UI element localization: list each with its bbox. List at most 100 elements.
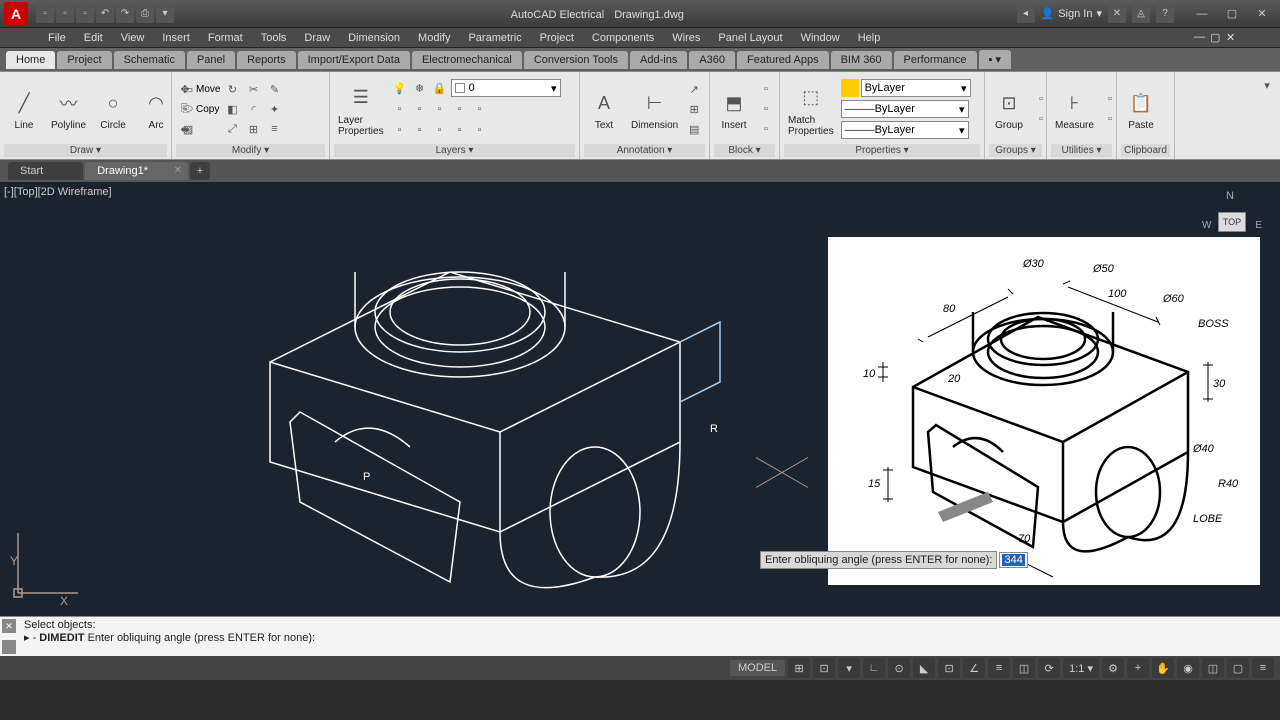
menu-components[interactable]: Components — [584, 30, 662, 46]
arc-tool[interactable]: ◠Arc — [136, 85, 176, 133]
tab-start[interactable]: Start — [8, 162, 83, 180]
cycling-toggle[interactable]: ⟳ — [1038, 658, 1060, 678]
array-tool[interactable]: ⊞ — [244, 120, 262, 138]
workspace-toggle[interactable]: + — [1127, 658, 1149, 678]
menu-project[interactable]: Project — [532, 30, 582, 46]
paste-tool[interactable]: 📋Paste — [1121, 85, 1161, 133]
mirror-tool[interactable]: ◧ — [223, 100, 241, 118]
circle-tool[interactable]: ○Circle — [93, 85, 133, 133]
copy-tool[interactable]: Copy — [196, 104, 219, 115]
panel-title-block[interactable]: Block ▾ — [714, 144, 775, 157]
layer-selector[interactable]: 0▾ — [451, 79, 561, 97]
mtext-tool[interactable]: ▤ — [685, 120, 703, 138]
ribbon-tab-bim-360[interactable]: BIM 360 — [831, 51, 892, 69]
layer-tool-3[interactable]: ▫ — [431, 100, 449, 118]
viewcube-top-face[interactable]: TOP — [1218, 212, 1246, 232]
explode-tool[interactable]: ✦ — [265, 100, 283, 118]
doc-minimize-button[interactable]: — — [1194, 31, 1208, 45]
layer-tool-10[interactable]: ▫ — [471, 121, 489, 139]
qat-new-icon[interactable]: ▫ — [36, 5, 54, 23]
layer-tool-8[interactable]: ▫ — [431, 121, 449, 139]
help-icon[interactable]: ? — [1156, 5, 1174, 23]
menu-view[interactable]: View — [113, 30, 153, 46]
viewport-label[interactable]: [-][Top][2D Wireframe] — [4, 186, 112, 198]
menu-window[interactable]: Window — [793, 30, 848, 46]
rotate-tool[interactable]: ↻ — [223, 80, 241, 98]
layer-freeze-icon[interactable]: ❄ — [411, 79, 429, 97]
menu-wires[interactable]: Wires — [664, 30, 708, 46]
dimension-tool[interactable]: ⊢Dimension — [627, 85, 682, 133]
match-properties-tool[interactable]: ⬚Match Properties — [784, 80, 838, 139]
tab-drawing1[interactable]: Drawing1*✕ — [85, 162, 188, 180]
leader-tool[interactable]: ↗ — [685, 80, 703, 98]
color-selector[interactable]: ByLayer▾ — [861, 79, 971, 97]
anno-visibility-toggle[interactable]: ✋ — [1152, 658, 1174, 678]
lineweight-selector[interactable]: ——— ByLayer▾ — [841, 100, 969, 118]
panel-title-utilities[interactable]: Utilities ▾ — [1051, 144, 1112, 157]
iso-toggle[interactable]: ◣ — [913, 658, 935, 678]
cmd-close-icon[interactable]: ✕ — [2, 619, 16, 633]
block-edit-tool[interactable]: ▫ — [757, 100, 775, 118]
ribbon-tab-home[interactable]: Home — [6, 51, 55, 69]
qat-save-icon[interactable]: ▫ — [76, 5, 94, 23]
exchange-icon[interactable]: ✕ — [1108, 5, 1126, 23]
model-space-button[interactable]: MODEL — [730, 660, 785, 676]
fillet-tool[interactable]: ◜ — [244, 100, 262, 118]
insert-tool[interactable]: ⬒Insert — [714, 85, 754, 133]
table-tool[interactable]: ⊞ — [685, 100, 703, 118]
menu-file[interactable]: File — [40, 30, 74, 46]
ribbon-tab-extra[interactable]: ▪ ▾ — [979, 50, 1011, 69]
tab-add-button[interactable]: + — [190, 162, 210, 180]
menu-panel-layout[interactable]: Panel Layout — [710, 30, 790, 46]
transparency-toggle[interactable]: ◫ — [1013, 658, 1035, 678]
ribbon-collapse-icon[interactable]: ▾ — [1258, 76, 1276, 94]
polar-toggle[interactable]: ⊙ — [888, 658, 910, 678]
osnap-toggle[interactable]: ⊡ — [938, 658, 960, 678]
qat-redo-icon[interactable]: ↷ — [116, 5, 134, 23]
erase-tool[interactable]: ✎ — [265, 80, 283, 98]
doc-restore-button[interactable]: ▢ — [1210, 31, 1224, 45]
move-icon[interactable]: ✥ — [176, 80, 194, 98]
menu-modify[interactable]: Modify — [410, 30, 458, 46]
annotation-scale[interactable]: 1:1 ▾ — [1063, 658, 1099, 678]
trim-tool[interactable]: ✂ — [244, 80, 262, 98]
polyline-tool[interactable]: 〰Polyline — [47, 85, 90, 133]
block-attr-tool[interactable]: ▫ — [757, 120, 775, 138]
layer-tool-4[interactable]: ▫ — [451, 100, 469, 118]
panel-title-properties[interactable]: Properties ▾ — [784, 144, 980, 157]
hardware-accel-toggle[interactable]: ◉ — [1177, 658, 1199, 678]
panel-title-layers[interactable]: Layers ▾ — [334, 144, 575, 157]
ribbon-tab-a360[interactable]: A360 — [689, 51, 735, 69]
menu-dimension[interactable]: Dimension — [340, 30, 408, 46]
panel-title-groups[interactable]: Groups ▾ — [989, 144, 1042, 157]
layer-tool-7[interactable]: ▫ — [411, 121, 429, 139]
scale-tool[interactable]: ⤢ — [223, 120, 241, 138]
panel-title-modify[interactable]: Modify ▾ — [176, 144, 325, 157]
qat-open-icon[interactable]: ▫ — [56, 5, 74, 23]
group-tool[interactable]: ⊡Group — [989, 85, 1029, 133]
menu-tools[interactable]: Tools — [253, 30, 295, 46]
dynamic-input[interactable]: 344 — [999, 552, 1027, 568]
customize-status[interactable]: ≡ — [1252, 658, 1274, 678]
qat-print-icon[interactable]: ⎙ — [136, 5, 154, 23]
ribbon-tab-import-export-data[interactable]: Import/Export Data — [298, 51, 410, 69]
ortho-toggle[interactable]: ∟ — [863, 658, 885, 678]
cmd-handle-icon[interactable] — [2, 640, 16, 654]
menu-format[interactable]: Format — [200, 30, 251, 46]
gear-icon[interactable]: ⚙ — [1102, 658, 1124, 678]
menu-draw[interactable]: Draw — [296, 30, 338, 46]
ribbon-tab-conversion-tools[interactable]: Conversion Tools — [524, 51, 628, 69]
tab-close-icon[interactable]: ✕ — [174, 165, 182, 176]
block-create-tool[interactable]: ▫ — [757, 80, 775, 98]
app-icon[interactable]: A — [4, 2, 28, 26]
ribbon-tab-electromechanical[interactable]: Electromechanical — [412, 51, 522, 69]
minimize-button[interactable]: — — [1188, 4, 1216, 24]
copy-icon[interactable]: ⎘ — [176, 100, 194, 118]
menu-parametric[interactable]: Parametric — [460, 30, 529, 46]
qat-undo-icon[interactable]: ↶ — [96, 5, 114, 23]
otrack-toggle[interactable]: ∠ — [963, 658, 985, 678]
layer-tool-6[interactable]: ▫ — [391, 121, 409, 139]
menu-insert[interactable]: Insert — [154, 30, 198, 46]
maximize-button[interactable]: ▢ — [1218, 4, 1246, 24]
layer-properties-button[interactable]: ☰Layer Properties — [334, 80, 388, 139]
